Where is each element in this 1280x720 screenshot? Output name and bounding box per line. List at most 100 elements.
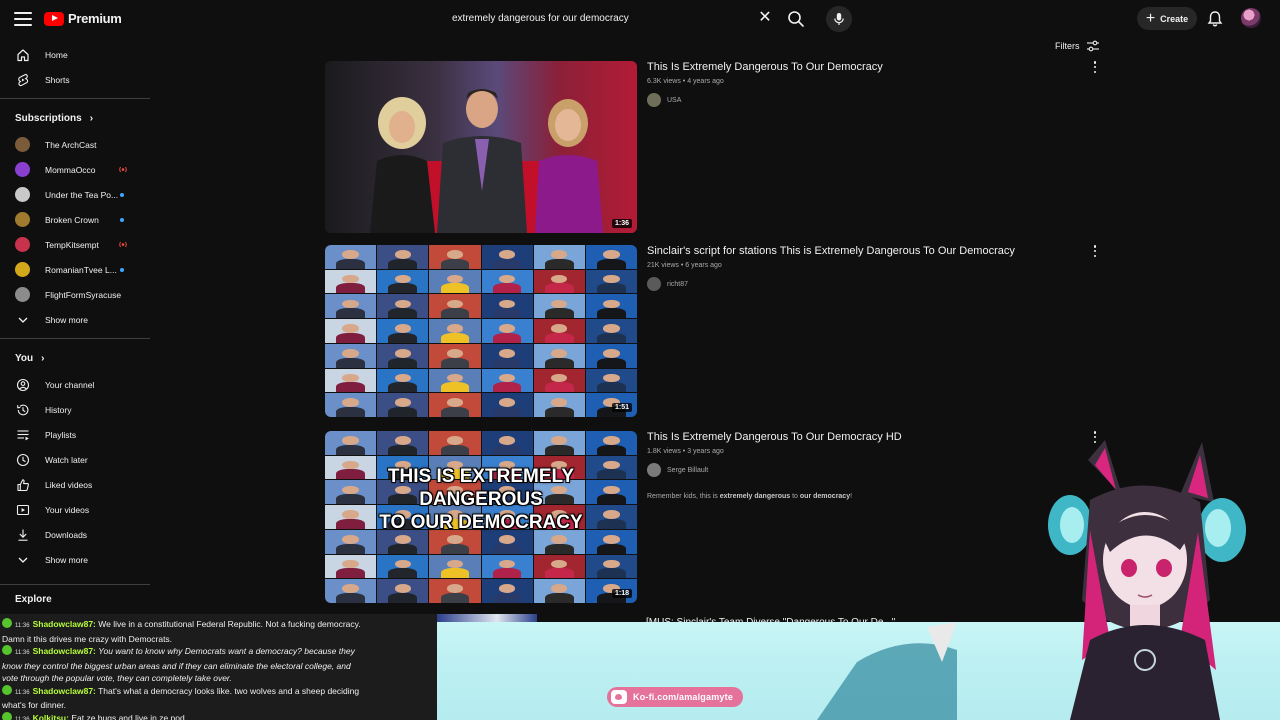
anchor-tile bbox=[533, 368, 585, 393]
description-highlight: extremely dangerous bbox=[719, 493, 791, 500]
video-title[interactable]: This Is Extremely Dangerous To Our Democ… bbox=[647, 61, 883, 73]
sidebar-item-subscription[interactable]: MommaOcco bbox=[0, 157, 150, 182]
kofi-cup-icon bbox=[611, 690, 627, 704]
sidebar-item-label: Home bbox=[45, 49, 68, 60]
channel-link[interactable]: richt87 bbox=[647, 277, 688, 291]
sidebar-item-shorts[interactable]: Shorts bbox=[0, 67, 150, 92]
filters-button[interactable]: Filters bbox=[1055, 40, 1100, 52]
chat-message-line: know they control the biggest urban area… bbox=[2, 660, 437, 673]
subscriptions-heading[interactable]: Subscriptions › bbox=[0, 105, 150, 132]
sidebar-item-download[interactable]: Downloads bbox=[0, 522, 150, 547]
you-show-more[interactable]: Show more bbox=[0, 547, 150, 572]
anchor-tile bbox=[377, 343, 429, 368]
channel-link[interactable]: USA bbox=[647, 93, 681, 107]
view-count: 6.3K views bbox=[647, 78, 681, 85]
video-duration: 1:36 bbox=[611, 219, 632, 228]
clear-search-icon[interactable]: ✕ bbox=[758, 10, 772, 26]
video-meta: 21K views • 6 years ago bbox=[647, 262, 722, 269]
chat-message-line: 11:36 Shadowclaw87: We live in a constitu… bbox=[2, 618, 437, 633]
you-list: Your channel History Playlists Watch later L… bbox=[0, 372, 150, 547]
anchor-tile bbox=[325, 368, 377, 393]
sidebar-item-playlists[interactable]: Playlists bbox=[0, 422, 150, 447]
chat-message-line: what's for dinner. bbox=[2, 699, 437, 712]
next-result-thumbnail[interactable] bbox=[437, 614, 537, 622]
show-more-label: Show more bbox=[45, 314, 88, 325]
video-title[interactable]: This Is Extremely Dangerous To Our Democ… bbox=[647, 431, 902, 443]
like-icon bbox=[17, 479, 29, 492]
filters-label: Filters bbox=[1055, 41, 1080, 51]
view-count: 1.8K views bbox=[647, 448, 681, 455]
anchor-tile bbox=[585, 319, 637, 343]
search-button[interactable] bbox=[786, 9, 806, 29]
sidebar-item-label: RomanianTvee L... bbox=[45, 264, 117, 275]
anchor-tile bbox=[481, 431, 533, 455]
sidebar-item-subscription[interactable]: RomanianTvee L... bbox=[0, 257, 150, 282]
channel-link[interactable]: Serge Billault bbox=[647, 463, 708, 477]
top-bar: Premium extremely dangerous for our demo… bbox=[0, 0, 1280, 38]
sidebar-item-history[interactable]: History bbox=[0, 397, 150, 422]
new-content-dot bbox=[120, 268, 124, 272]
overlay-line: TO OUR DEMOCRACY bbox=[379, 512, 583, 533]
kofi-banner[interactable]: Ko-fi.com/amalgamyte bbox=[607, 687, 744, 707]
more-options-icon[interactable] bbox=[1092, 245, 1098, 257]
kofi-label: Ko-fi.com/amalgamyte bbox=[633, 692, 734, 702]
more-options-icon[interactable] bbox=[1092, 61, 1098, 73]
chevron-right-icon: › bbox=[89, 113, 94, 124]
anchor-tile bbox=[377, 269, 429, 294]
sidebar-item-label: Your videos bbox=[45, 504, 90, 515]
search-input[interactable]: extremely dangerous for our democracy bbox=[452, 13, 779, 24]
chat-message-line: 11:36 Shadowclaw87: You want to know why … bbox=[2, 645, 437, 660]
anchor-tile bbox=[533, 294, 585, 319]
video-duration: 1:18 bbox=[611, 589, 632, 598]
sidebar-item-label: MommaOcco bbox=[45, 164, 96, 175]
chat-badge-icon bbox=[2, 684, 12, 695]
anchor-tile bbox=[325, 579, 377, 603]
sidebar-item-subscription[interactable]: Under the Tea Po... bbox=[0, 182, 150, 207]
chat-text: Damn it this drives me crazy with Democr… bbox=[2, 633, 173, 644]
microphone-icon bbox=[834, 13, 844, 25]
sidebar-item-channel[interactable]: Your channel bbox=[0, 372, 150, 397]
sidebar-item-like[interactable]: Liked videos bbox=[0, 472, 150, 497]
video-thumbnail[interactable]: 1:51 bbox=[325, 245, 637, 417]
sidebar-item-home[interactable]: Home bbox=[0, 42, 150, 67]
menu-icon[interactable] bbox=[14, 10, 32, 28]
view-count: 21K views bbox=[647, 262, 679, 269]
anchor-tile bbox=[377, 319, 429, 343]
account-avatar[interactable] bbox=[1241, 8, 1261, 28]
sidebar-item-your-videos[interactable]: Your videos bbox=[0, 497, 150, 522]
subscriptions-show-more[interactable]: Show more bbox=[0, 307, 150, 332]
history-icon bbox=[17, 404, 29, 416]
video-title[interactable]: Sinclair's script for stations This is E… bbox=[647, 245, 1015, 257]
anchor-tile bbox=[481, 554, 533, 579]
you-heading[interactable]: You › bbox=[0, 345, 150, 372]
chat-text: You want to know why Democrats want a de… bbox=[98, 646, 355, 656]
anchor-tile bbox=[377, 393, 429, 417]
anchor-tile bbox=[481, 269, 533, 294]
anchor-tile bbox=[481, 368, 533, 393]
notifications-button[interactable] bbox=[1207, 10, 1223, 28]
chat-text: We live in a constitutional Federal Repu… bbox=[98, 619, 361, 629]
anchor-tile bbox=[533, 269, 585, 294]
anchor-tile bbox=[481, 245, 533, 269]
anchor-tile bbox=[585, 368, 637, 393]
voice-search-button[interactable] bbox=[826, 6, 852, 32]
chat-badge-icon bbox=[2, 711, 12, 720]
vtuber-avatar-image bbox=[1048, 440, 1246, 720]
sliders-icon bbox=[1086, 40, 1099, 52]
chat-message-line: 11:36 Kolkitsu: Eat ze bugs and live in z… bbox=[2, 711, 437, 720]
sidebar-item-subscription[interactable]: Broken Crown bbox=[0, 207, 150, 232]
sidebar-item-subscription[interactable]: TempKitsempt bbox=[0, 232, 150, 257]
create-button[interactable]: + Create bbox=[1137, 7, 1197, 30]
sidebar-item-watch-later[interactable]: Watch later bbox=[0, 447, 150, 472]
youtube-premium-logo[interactable]: Premium bbox=[44, 11, 122, 26]
search-box[interactable]: extremely dangerous for our democracy bbox=[443, 6, 779, 30]
description-text: to bbox=[790, 493, 800, 500]
video-thumbnail[interactable]: 1:36 bbox=[325, 61, 637, 233]
channel-avatar bbox=[647, 277, 661, 291]
upload-age: 3 years ago bbox=[687, 448, 724, 455]
sidebar-item-label: History bbox=[45, 404, 72, 415]
sidebar-item-subscription[interactable]: The ArchCast bbox=[0, 132, 150, 157]
sidebar-item-subscription[interactable]: FlightFormSyracuse bbox=[0, 282, 150, 307]
anchor-tile bbox=[585, 294, 637, 319]
video-thumbnail[interactable]: THIS IS EXTREMELY DANGEROUS TO OUR DEMOC… bbox=[325, 431, 637, 603]
